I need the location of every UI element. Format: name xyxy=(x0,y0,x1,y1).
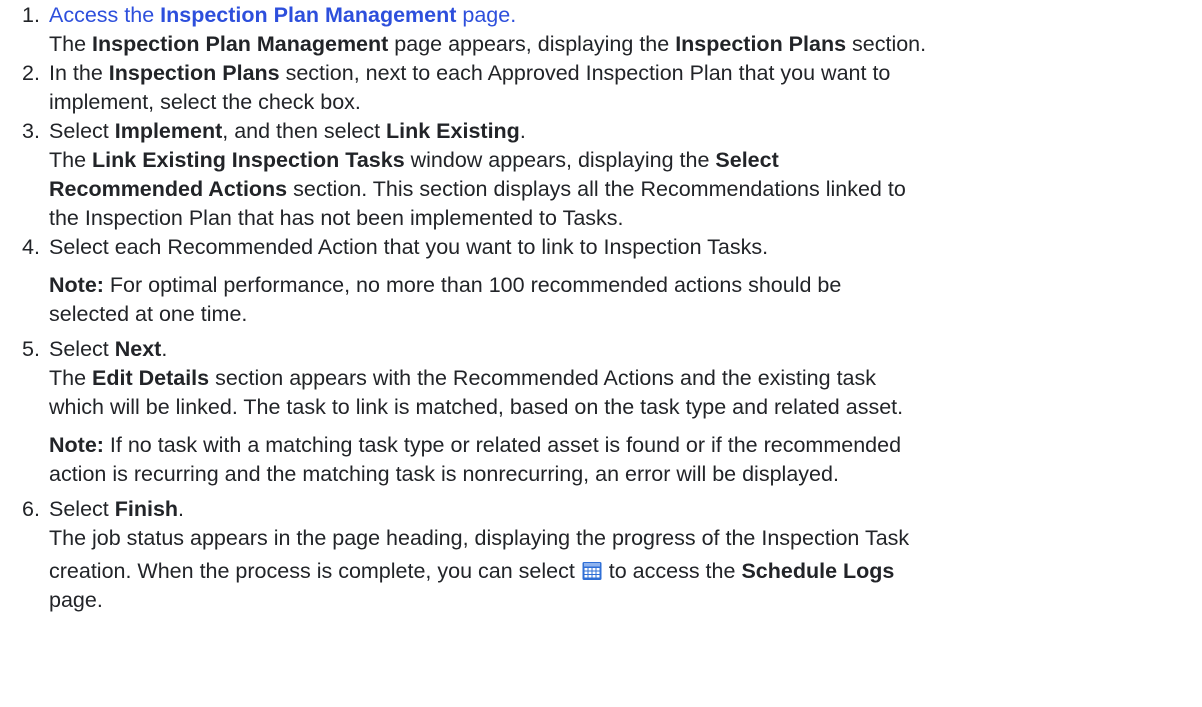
calendar-grid-icon[interactable] xyxy=(582,560,602,580)
step-3-line-3: Recommended Actions section. This sectio… xyxy=(49,177,906,201)
step-4: 4. Select each Recommended Action that y… xyxy=(0,233,1202,329)
note-label: Note: xyxy=(49,273,104,297)
step-1: 1. Access the Inspection Plan Management… xyxy=(0,1,1202,59)
step-number: 2. xyxy=(22,61,40,85)
step-3: 3. Select Implement, and then select Lin… xyxy=(0,117,1202,233)
step-3-line-4: the Inspection Plan that has not been im… xyxy=(49,206,624,230)
step-4-line-1: Select each Recommended Action that you … xyxy=(49,235,769,259)
step-number: 4. xyxy=(22,235,40,259)
step-5: 5. Select Next. The Edit Details section… xyxy=(0,335,1202,489)
step-1-line-1: Access the Inspection Plan Management pa… xyxy=(49,1,1202,30)
step-2-line-2: implement, select the check box. xyxy=(49,90,361,114)
step-number: 5. xyxy=(22,337,40,361)
step-3-line-2: The Link Existing Inspection Tasks windo… xyxy=(49,148,779,172)
step-2-line-1: In the Inspection Plans section, next to… xyxy=(49,61,891,85)
step-number: 3. xyxy=(22,119,40,143)
step-number: 6. xyxy=(22,497,40,521)
note-label: Note: xyxy=(49,433,104,457)
step-6-line-3: creation. When the process is complete, … xyxy=(49,559,895,583)
step-6-line-2: The job status appears in the page headi… xyxy=(49,526,910,550)
note: Note: If no task with a matching task ty… xyxy=(49,433,902,486)
step-5-line-2: The Edit Details section appears with th… xyxy=(49,366,877,390)
note: Note: For optimal performance, no more t… xyxy=(49,273,842,326)
steps-list: 1. Access the Inspection Plan Management… xyxy=(0,1,1202,615)
inspection-plan-management-link[interactable]: Access the Inspection Plan Management pa… xyxy=(49,3,516,27)
step-3-line-1: Select Implement, and then select Link E… xyxy=(49,119,526,143)
step-2: 2. In the Inspection Plans section, next… xyxy=(0,59,1202,117)
step-6-line-4: page. xyxy=(49,588,103,612)
step-5-line-3: which will be linked. The task to link i… xyxy=(49,395,904,419)
step-number: 1. xyxy=(22,3,40,27)
step-5-line-1: Select Next. xyxy=(49,337,168,361)
step-6: 6. Select Finish. The job status appears… xyxy=(0,495,1202,615)
procedure-document: 1. Access the Inspection Plan Management… xyxy=(0,0,1202,615)
step-1-result: The Inspection Plan Management page appe… xyxy=(49,32,927,56)
step-6-line-1: Select Finish. xyxy=(49,497,185,521)
